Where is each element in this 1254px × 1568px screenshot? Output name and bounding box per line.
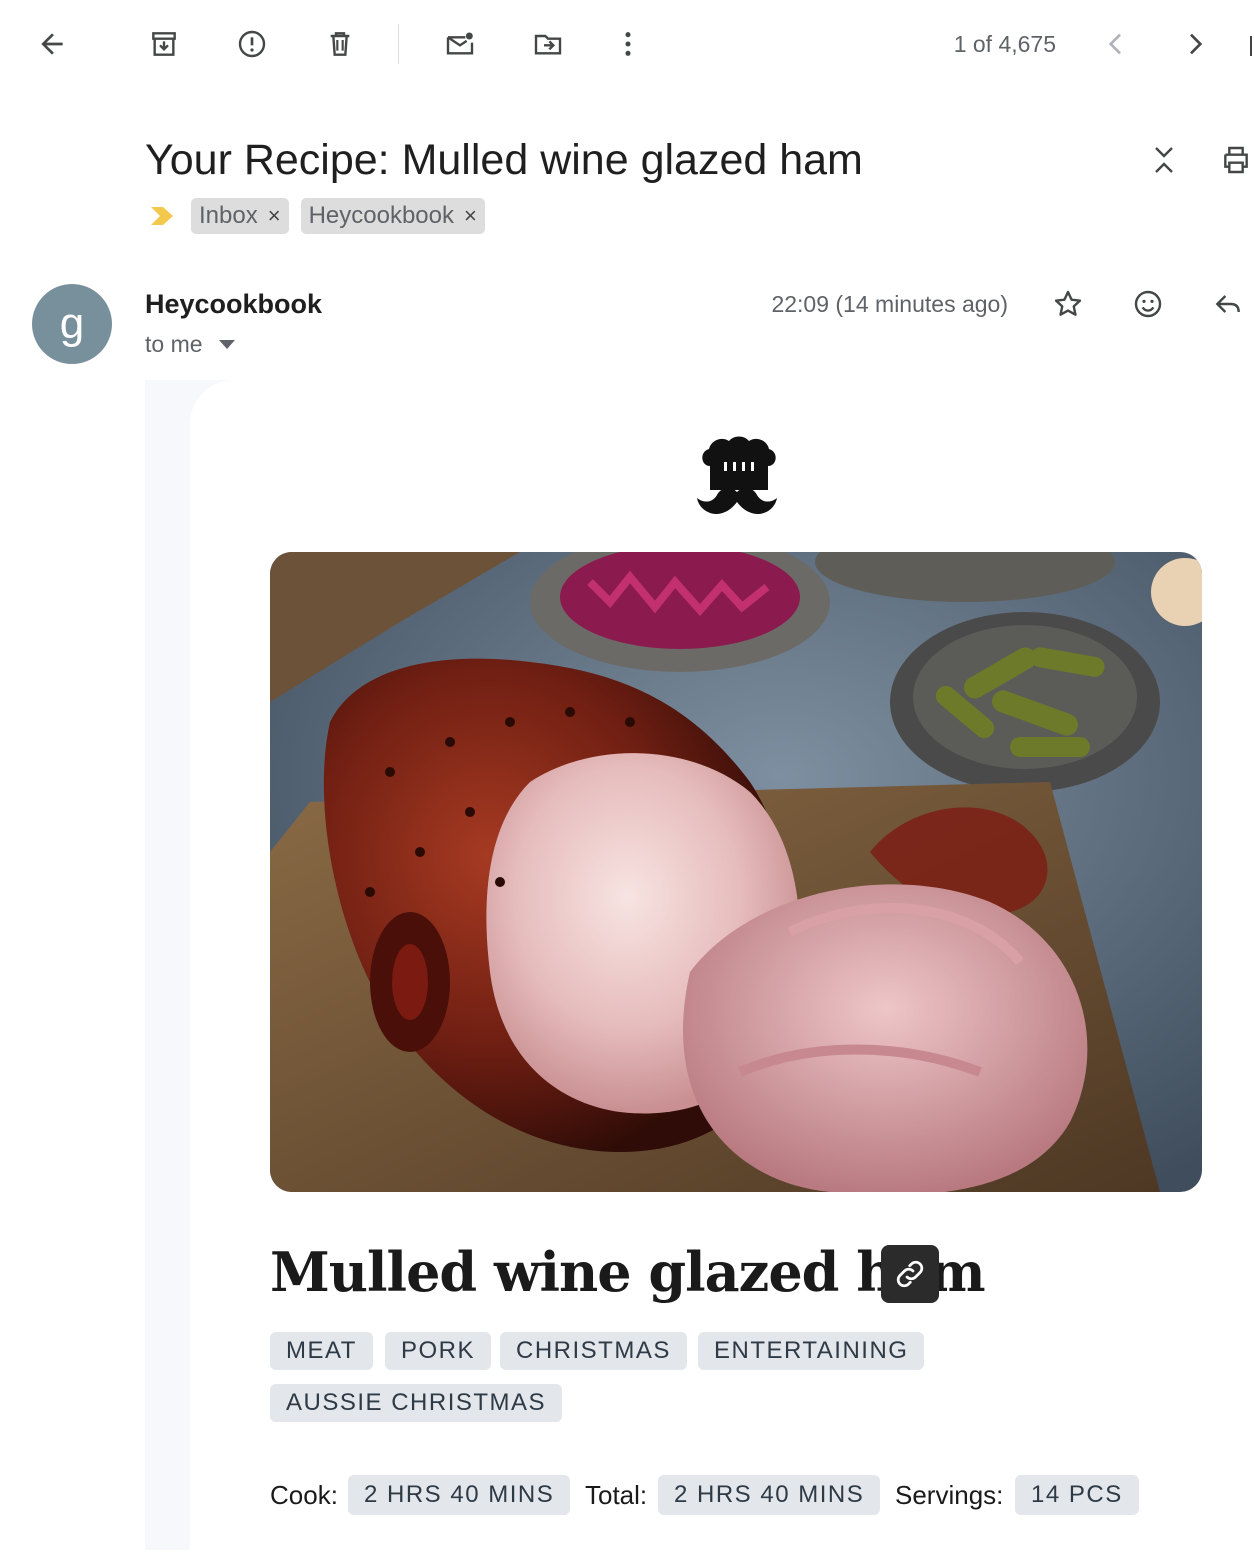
recipe-title: Mulled wine glazed ham (270, 1240, 986, 1304)
label-chip-inbox: Inbox × (191, 198, 289, 234)
toolbar-edge-marker (1250, 36, 1252, 56)
mark-unread-icon[interactable] (436, 20, 484, 68)
label-chip-text: Inbox (199, 202, 258, 229)
cook-time-label: Cook: (270, 1480, 338, 1510)
chevron-left-icon[interactable] (1092, 20, 1140, 68)
pager-count: 1 of 4,675 (953, 31, 1056, 57)
servings-label: Servings: (895, 1480, 1004, 1510)
chef-mustache-icon (696, 432, 778, 524)
recipient-details[interactable]: to me (145, 328, 235, 360)
sender-avatar[interactable]: g (32, 284, 112, 364)
recipe-tag[interactable]: PORK (385, 1332, 492, 1370)
recipe-tag[interactable]: MEAT (270, 1332, 373, 1370)
remove-label-icon[interactable]: × (268, 198, 281, 234)
total-time-label: Total: (585, 1480, 648, 1510)
report-spam-icon[interactable] (228, 20, 276, 68)
total-time-value: 2 HRS 40 MINS (658, 1475, 881, 1515)
print-icon[interactable] (1212, 136, 1254, 184)
servings-value: 14 PCS (1015, 1475, 1139, 1515)
recipe-tag[interactable]: CHRISTMAS (500, 1332, 687, 1370)
label-chip-heycookbook: Heycookbook × (300, 198, 485, 234)
importance-marker-icon[interactable] (145, 198, 179, 234)
emoji-reaction-icon[interactable] (1124, 280, 1172, 328)
label-row: Inbox × Heycookbook × (145, 198, 485, 234)
archive-icon[interactable] (140, 20, 188, 68)
email-timestamp: 22:09 (14 minutes ago) (771, 291, 1008, 317)
delete-icon[interactable] (316, 20, 364, 68)
star-icon[interactable] (1044, 280, 1092, 328)
recipe-tag[interactable]: AUSSIE CHRISTMAS (270, 1384, 563, 1422)
link-icon (896, 1260, 924, 1288)
toolbar-divider (398, 24, 399, 64)
recipe-tag[interactable]: ENTERTAINING (698, 1332, 925, 1370)
back-arrow-icon[interactable] (28, 20, 76, 68)
sender-name[interactable]: Heycookbook (145, 286, 322, 322)
cook-time-value: 2 HRS 40 MINS (348, 1475, 571, 1515)
recipe-link-button[interactable] (881, 1245, 939, 1303)
email-subject: Your Recipe: Mulled wine glazed ham (145, 136, 863, 184)
reply-icon[interactable] (1204, 280, 1252, 328)
dropdown-caret-icon[interactable] (218, 339, 235, 349)
recipient-text: to me (145, 331, 203, 357)
more-vert-icon[interactable] (604, 20, 652, 68)
move-to-icon[interactable] (524, 20, 572, 68)
label-chip-text: Heycookbook (308, 202, 454, 229)
recipe-hero-image[interactable] (270, 552, 1202, 1192)
collapse-all-icon[interactable] (1140, 136, 1188, 184)
chevron-right-icon[interactable] (1171, 20, 1219, 68)
remove-label-icon[interactable]: × (464, 198, 477, 234)
toolbar: 1 of 4,675 (0, 0, 1254, 88)
